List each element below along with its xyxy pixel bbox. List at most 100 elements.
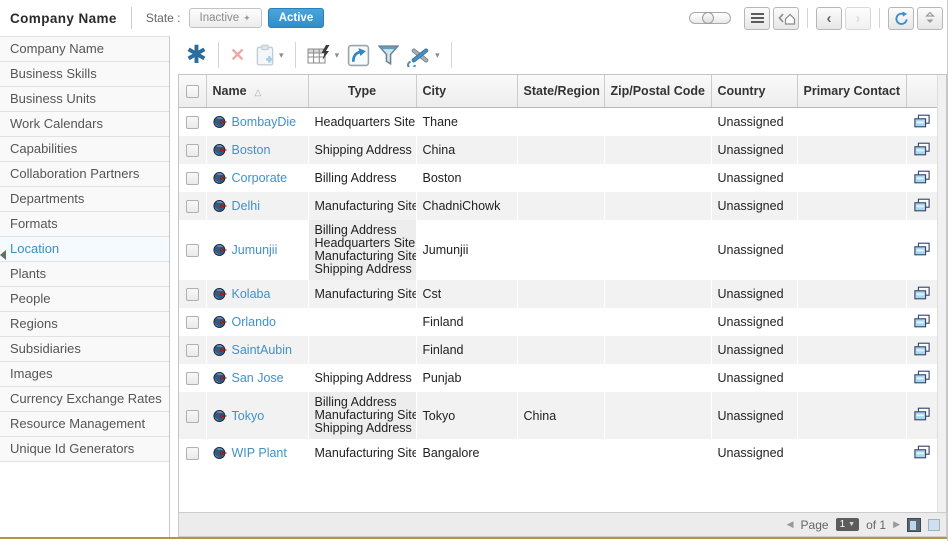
column-header-country[interactable]: Country [711,75,797,108]
row-checkbox[interactable] [186,410,199,423]
sidebar-item-departments[interactable]: Departments [0,187,169,212]
print-icon[interactable] [914,170,930,184]
refresh-button[interactable] [888,7,914,30]
row-checkbox[interactable] [186,144,199,157]
grid-view-selected-icon[interactable] [907,518,921,532]
print-icon[interactable] [914,286,930,300]
print-icon[interactable] [914,342,930,356]
next-page-icon[interactable]: ▶ [893,519,900,530]
row-checkbox[interactable] [186,172,199,185]
print-icon[interactable] [914,314,930,328]
sidebar-item-collaboration-partners[interactable]: Collaboration Partners [0,162,169,187]
forward-button[interactable]: › [845,7,871,30]
globe-site-icon [213,287,227,301]
sidebar-item-regions[interactable]: Regions [0,312,169,337]
location-name-link[interactable]: Tokyo [232,409,265,423]
sidebar-item-resource-management[interactable]: Resource Management [0,412,169,437]
sidebar-item-location[interactable]: Location [0,237,169,262]
column-header-primary-contact[interactable]: Primary Contact [797,75,906,108]
delete-button[interactable]: ✕ [230,46,245,64]
vertical-scrollbar[interactable] [937,75,946,512]
location-name-link[interactable]: SaintAubin [232,343,292,357]
home-back-button[interactable] [773,7,799,30]
new-button[interactable]: ✱ [186,43,207,68]
back-button[interactable]: ‹ [816,7,842,30]
toolbar-separator [295,42,296,68]
paste-add-button[interactable]: ▾ [253,43,284,67]
column-header-zip-postal-code[interactable]: Zip/Postal Code [604,75,711,108]
column-header-type[interactable]: Type [308,75,416,108]
sidebar-item-unique-id-generators[interactable]: Unique Id Generators [0,437,169,462]
location-name-link[interactable]: WIP Plant [232,446,287,460]
settings-tools-button[interactable]: ▾ [407,44,440,67]
row-checkbox[interactable] [186,288,199,301]
column-header-city[interactable]: City [416,75,517,108]
location-name-link[interactable]: Kolaba [232,287,271,301]
sidebar-item-business-skills[interactable]: Business Skills [0,62,169,87]
state-region-cell [517,439,604,467]
print-cell [906,280,937,308]
row-checkbox[interactable] [186,447,199,460]
row-checkbox[interactable] [186,372,199,385]
location-name-link[interactable]: Jumunjii [232,243,278,257]
print-icon[interactable] [914,445,930,459]
column-header-state-region[interactable]: State/Region [517,75,604,108]
row-checkbox[interactable] [186,200,199,213]
active-state-button[interactable]: Active [268,8,325,28]
print-icon[interactable] [914,242,930,256]
location-name-link[interactable]: BombayDie [232,115,297,129]
print-icon[interactable] [914,198,930,212]
sidebar-item-subsidiaries[interactable]: Subsidiaries [0,337,169,362]
grid-view-alt-icon[interactable] [928,519,940,531]
table-row: San JoseShipping AddressPunjabUnassigned [179,364,937,392]
menu-button[interactable] [744,7,770,30]
row-checkbox[interactable] [186,116,199,129]
row-checkbox[interactable] [186,316,199,329]
type-line: Headquarters Site [315,116,410,129]
select-all-checkbox[interactable] [186,85,199,98]
mass-update-button[interactable]: ▾ [307,44,340,67]
prev-page-icon[interactable]: ◀ [787,519,794,530]
sidebar-item-business-units[interactable]: Business Units [0,87,169,112]
primary-contact-cell [797,364,906,392]
sidebar-item-currency-exchange-rates[interactable]: Currency Exchange Rates [0,387,169,412]
clipboard-add-icon [253,43,277,67]
collapse-rows-button[interactable] [917,7,943,30]
row-checkbox[interactable] [186,244,199,257]
grid-header-row: Name△ Type City State/Region Zip/Postal … [179,75,937,108]
type-cell [308,308,416,336]
page-select[interactable]: 1 ▼ [836,518,860,531]
state-region-cell: China [517,392,604,439]
print-icon[interactable] [914,142,930,156]
sidebar-collapse-handle[interactable] [0,250,6,260]
sidebar-item-work-calendars[interactable]: Work Calendars [0,112,169,137]
row-checkbox[interactable] [186,344,199,357]
collapse-rows-icon [923,11,937,25]
location-name-link[interactable]: Orlando [232,315,276,329]
location-name-link[interactable]: San Jose [232,371,284,385]
sidebar-item-people[interactable]: People [0,287,169,312]
name-cell: WIP Plant [206,439,308,467]
page-of-label: of 1 [866,518,886,532]
sidebar-item-company-name[interactable]: Company Name [0,37,169,62]
active-label: Active [279,12,314,24]
app-window: Company Name State : Inactive ✦ Active ‹… [0,0,948,541]
location-name-link[interactable]: Boston [232,143,271,157]
print-icon[interactable] [914,114,930,128]
print-icon[interactable] [914,370,930,384]
state-region-cell [517,164,604,192]
zip-postal-cell [604,439,711,467]
sidebar-item-plants[interactable]: Plants [0,262,169,287]
sidebar-item-capabilities[interactable]: Capabilities [0,137,169,162]
location-name-link[interactable]: Corporate [232,171,288,185]
inactive-state-button[interactable]: Inactive ✦ [189,8,262,28]
slider-toggle[interactable] [689,12,731,24]
location-name-link[interactable]: Delhi [232,199,261,213]
print-icon[interactable] [914,407,930,421]
filter-button[interactable] [378,44,399,67]
follow-link-button[interactable] [347,44,370,67]
sidebar-item-formats[interactable]: Formats [0,212,169,237]
table-row: BombayDieHeadquarters SiteThaneUnassigne… [179,108,937,137]
sidebar-item-images[interactable]: Images [0,362,169,387]
column-header-name[interactable]: Name△ [206,75,308,108]
